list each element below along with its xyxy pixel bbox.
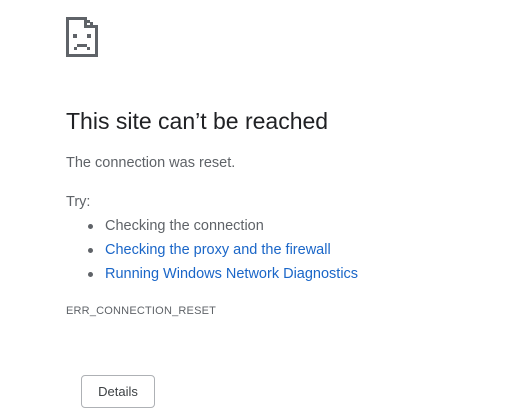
suggestion-item: Checking the connection: [88, 216, 358, 240]
suggestion-item: Running Windows Network Diagnostics: [88, 264, 358, 288]
bullet-icon: [88, 224, 93, 229]
sad-page-icon: [66, 17, 98, 57]
error-message: The connection was reset.: [66, 155, 236, 171]
bullet-icon: [88, 248, 93, 253]
error-code: ERR_CONNECTION_RESET: [66, 305, 217, 317]
suggestion-item: Checking the proxy and the firewall: [88, 240, 358, 264]
bullet-icon: [88, 272, 93, 277]
error-page: This site can’t be reached The connectio…: [0, 0, 522, 420]
suggestion-link-proxy-firewall[interactable]: Checking the proxy and the firewall: [105, 242, 331, 258]
suggestion-link-network-diagnostics[interactable]: Running Windows Network Diagnostics: [105, 266, 358, 282]
details-button[interactable]: Details: [81, 375, 155, 408]
page-title: This site can’t be reached: [66, 108, 329, 134]
try-label: Try:: [66, 194, 91, 210]
suggestion-check-connection: Checking the connection: [105, 218, 264, 234]
suggestions-list: Checking the connection Checking the pro…: [88, 216, 358, 288]
